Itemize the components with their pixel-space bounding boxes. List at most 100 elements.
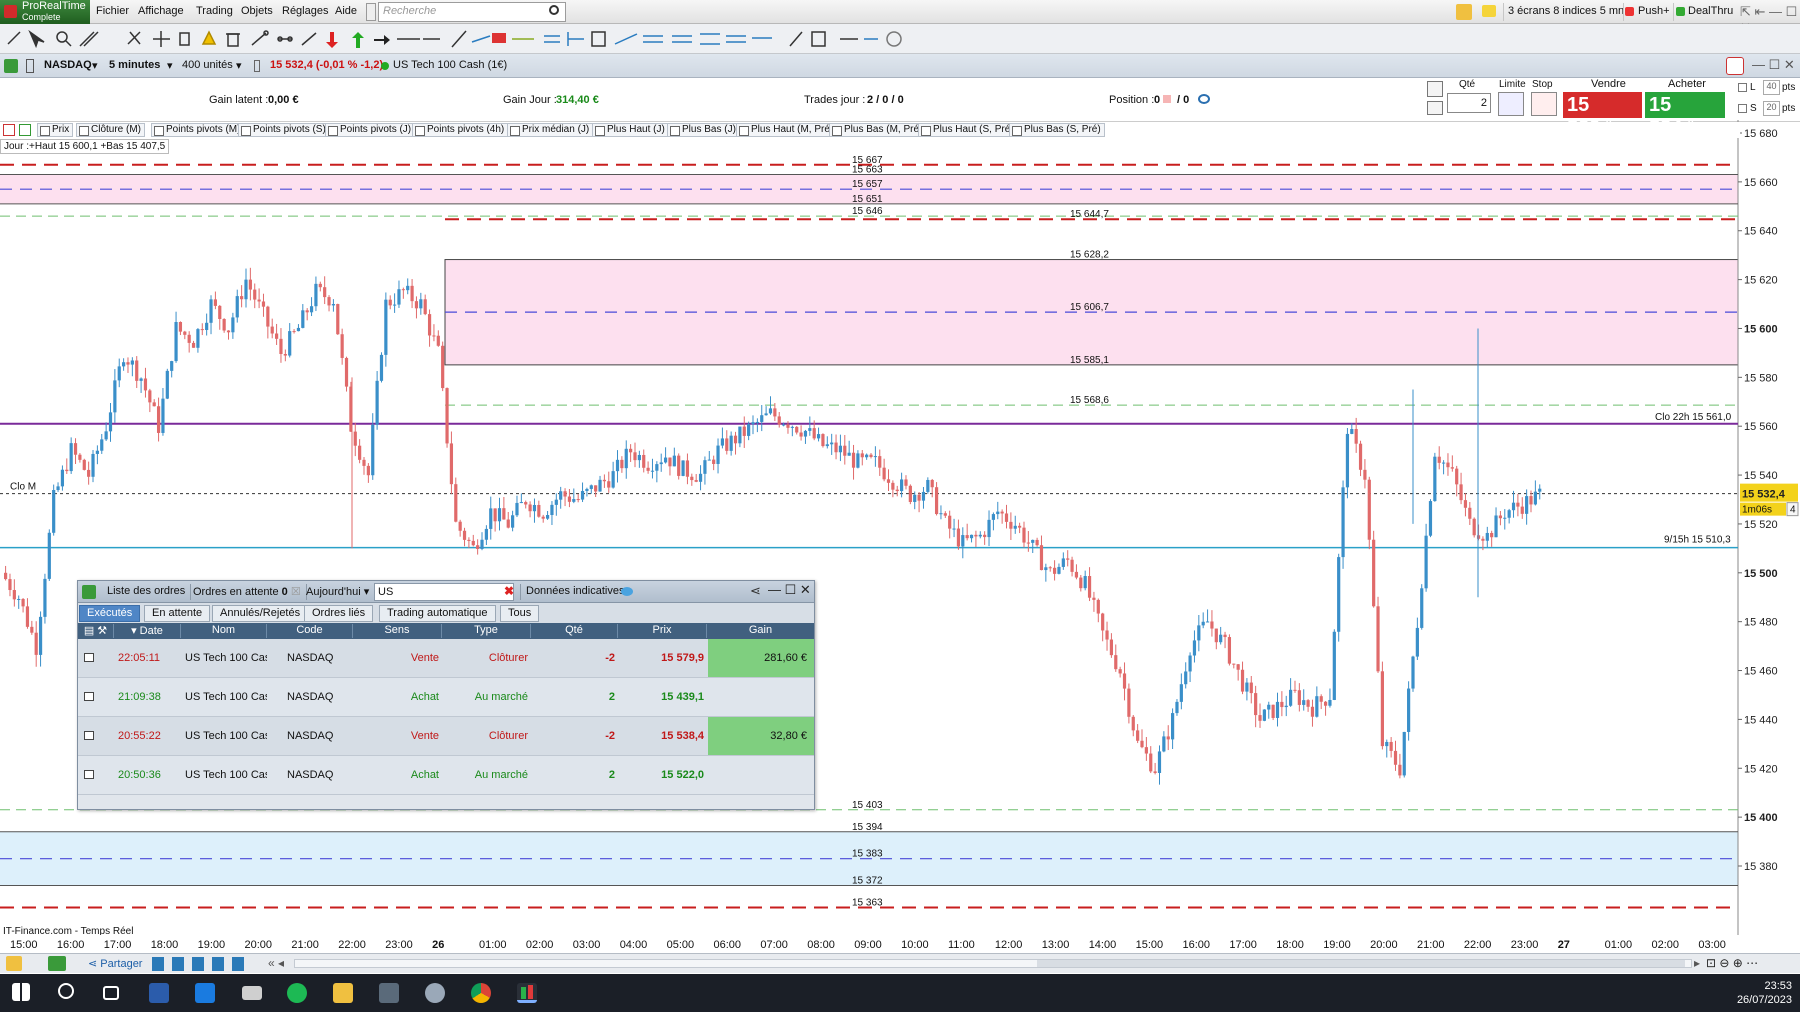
menu-affichage[interactable]: Affichage <box>138 5 184 17</box>
period-select[interactable]: Aujourd'hui ▾ <box>301 584 376 600</box>
tools-icon[interactable] <box>6 956 22 971</box>
search-icon[interactable] <box>58 983 74 999</box>
menu-reglages[interactable]: Réglages <box>282 5 328 17</box>
table-row[interactable]: 21:09:38 US Tech 100 Cash ... NASDAQ Achat A… <box>78 678 814 717</box>
s-checkbox[interactable] <box>1738 104 1747 113</box>
settings-icon[interactable] <box>1198 94 1210 104</box>
column-nom[interactable]: Nom <box>181 624 267 638</box>
refresh-icon[interactable] <box>1726 57 1744 75</box>
chevron-down-icon[interactable]: ▾ <box>92 59 98 72</box>
row-detail-icon[interactable] <box>84 653 94 662</box>
indicator-tag[interactable]: Plus Haut (J) <box>592 123 669 137</box>
indicator-tag[interactable]: Points pivots (4h) <box>412 123 509 137</box>
tab-ordres-attente[interactable]: Ordres en attente 0 ☒ <box>188 584 307 600</box>
indicator-tag[interactable]: Prix <box>37 123 74 137</box>
new-chart-icon[interactable] <box>48 956 66 971</box>
calculator-icon[interactable] <box>1427 101 1443 115</box>
chart-type-icon[interactable] <box>4 59 18 73</box>
table-row[interactable]: 20:55:22 US Tech 100 Cash ... NASDAQ Vente C… <box>78 717 814 756</box>
search-icon[interactable] <box>549 5 559 15</box>
column-qte[interactable]: Qté <box>531 624 618 638</box>
column-sens[interactable]: Sens <box>353 624 442 638</box>
message-icon[interactable] <box>1482 5 1496 17</box>
windows-start-icon[interactable] <box>12 983 30 1001</box>
task-view-icon[interactable] <box>103 986 119 1000</box>
indicator-tag[interactable]: Plus Haut (M, Pré) <box>736 123 838 137</box>
limit-button[interactable] <box>1498 92 1524 116</box>
filter-ordres-lies[interactable]: Ordres liés <box>304 605 374 622</box>
indicator-tag[interactable]: Plus Bas (J) <box>667 123 740 137</box>
app-icon[interactable] <box>425 983 445 1003</box>
indicator-tag[interactable]: Clôture (M) <box>76 123 146 137</box>
tab-liste-ordres[interactable]: Liste des ordres <box>102 584 192 600</box>
row-detail-icon[interactable] <box>84 692 94 701</box>
row-detail-icon[interactable] <box>84 731 94 740</box>
wrench-icon[interactable] <box>1427 81 1443 97</box>
filter-executes[interactable]: Exécutés <box>79 605 141 622</box>
l-input[interactable]: 40 <box>1763 80 1780 95</box>
units-select[interactable]: 400 unités <box>182 59 233 71</box>
row-detail-icon[interactable] <box>84 770 94 779</box>
scroll-left-icon[interactable]: « ◂ <box>268 956 284 970</box>
s-input[interactable]: 20 <box>1763 101 1780 116</box>
menu-trading[interactable]: Trading <box>196 5 233 17</box>
filter-en-attente[interactable]: En attente <box>144 605 211 622</box>
table-row[interactable]: 20:50:36 US Tech 100 Cash ... NASDAQ Achat A… <box>78 756 814 795</box>
indicator-tag[interactable]: Plus Bas (M, Pré) <box>829 123 927 137</box>
l-checkbox[interactable] <box>1738 83 1747 92</box>
spotify-icon[interactable] <box>287 983 307 1003</box>
calculator-icon[interactable] <box>379 983 399 1003</box>
filter-input[interactable]: US <box>374 583 514 601</box>
filter-annules[interactable]: Annulés/Rejetés <box>212 605 309 622</box>
column-code[interactable]: Code <box>267 624 353 638</box>
store-icon[interactable] <box>195 983 215 1003</box>
word-icon[interactable] <box>149 983 169 1003</box>
add-indicator-icon[interactable] <box>19 124 31 136</box>
chrome-icon[interactable] <box>471 983 491 1003</box>
indicator-tag[interactable]: Plus Haut (S, Pré) <box>918 123 1018 137</box>
panel-window-controls[interactable]: — ☐ ✕ <box>768 582 811 598</box>
screens-button[interactable]: 3 écrans 8 indices 5 mn <box>1503 3 1628 21</box>
zoom-controls[interactable]: ⊡ ⊖ ⊕ ⋯ <box>1706 956 1758 970</box>
menu-fichier[interactable]: Fichier <box>96 5 129 17</box>
menu-objets[interactable]: Objets <box>241 5 273 17</box>
horizontal-scrollbar[interactable] <box>294 959 1692 968</box>
chevron-down-icon[interactable]: ▾ <box>167 59 173 72</box>
prorealtime-icon[interactable] <box>517 983 537 1003</box>
symbol-select[interactable]: NASDAQ <box>44 59 92 71</box>
search-input[interactable]: Recherche <box>378 2 566 22</box>
sell-button[interactable]: 15 529,9 <box>1563 92 1642 139</box>
info-icon[interactable] <box>254 60 260 72</box>
menu-aide[interactable]: Aide <box>335 5 357 17</box>
filter-tous[interactable]: Tous <box>500 605 540 622</box>
indicator-tag[interactable]: Points pivots (J) <box>325 123 416 137</box>
filter-trading-auto[interactable]: Trading automatique <box>379 605 496 622</box>
column-date[interactable]: ▾ Date <box>114 624 181 638</box>
lock-icon[interactable] <box>26 59 34 73</box>
indicator-tag[interactable]: Points pivots (M) <box>151 123 245 137</box>
close-position-icon[interactable] <box>1163 95 1171 103</box>
grip-icon[interactable] <box>366 3 376 21</box>
keyboard-icon[interactable] <box>242 986 262 1000</box>
indicator-tag[interactable]: Prix médian (J) <box>507 123 594 137</box>
chevron-down-icon[interactable]: ▾ <box>236 59 242 72</box>
price-chart[interactable]: 15 680 15 660 15 640 15 620 15 600 15 580 15 5… <box>0 120 1800 935</box>
stop-button[interactable] <box>1531 92 1557 116</box>
drawing-tools-icons[interactable] <box>0 24 920 54</box>
qty-input[interactable]: 2 <box>1447 93 1491 113</box>
indicator-tag[interactable]: Plus Bas (S, Pré) <box>1009 123 1105 137</box>
layout-icons[interactable] <box>152 957 252 971</box>
buy-button[interactable]: 15 534,9 <box>1645 92 1725 139</box>
column-type[interactable]: Type <box>442 624 531 638</box>
clear-filter-icon[interactable]: ✖ <box>504 584 514 598</box>
file-explorer-icon[interactable] <box>333 983 353 1003</box>
column-tools-icon[interactable]: ▤ ⚒ <box>78 624 114 638</box>
chart-window-controls[interactable]: — ☐ ✕ <box>1752 57 1795 73</box>
tools-icon[interactable] <box>1456 4 1472 20</box>
share-button[interactable]: ⋖ Partager <box>88 957 142 970</box>
scroll-right-icon[interactable]: ▸ <box>1694 956 1700 970</box>
scrollbar-thumb[interactable] <box>1037 960 1685 967</box>
column-gain[interactable]: Gain <box>707 624 814 638</box>
table-row[interactable]: 22:05:11 US Tech 100 Cash ... NASDAQ Vente C… <box>78 639 814 678</box>
share-icon[interactable]: ⋖ <box>750 583 761 599</box>
